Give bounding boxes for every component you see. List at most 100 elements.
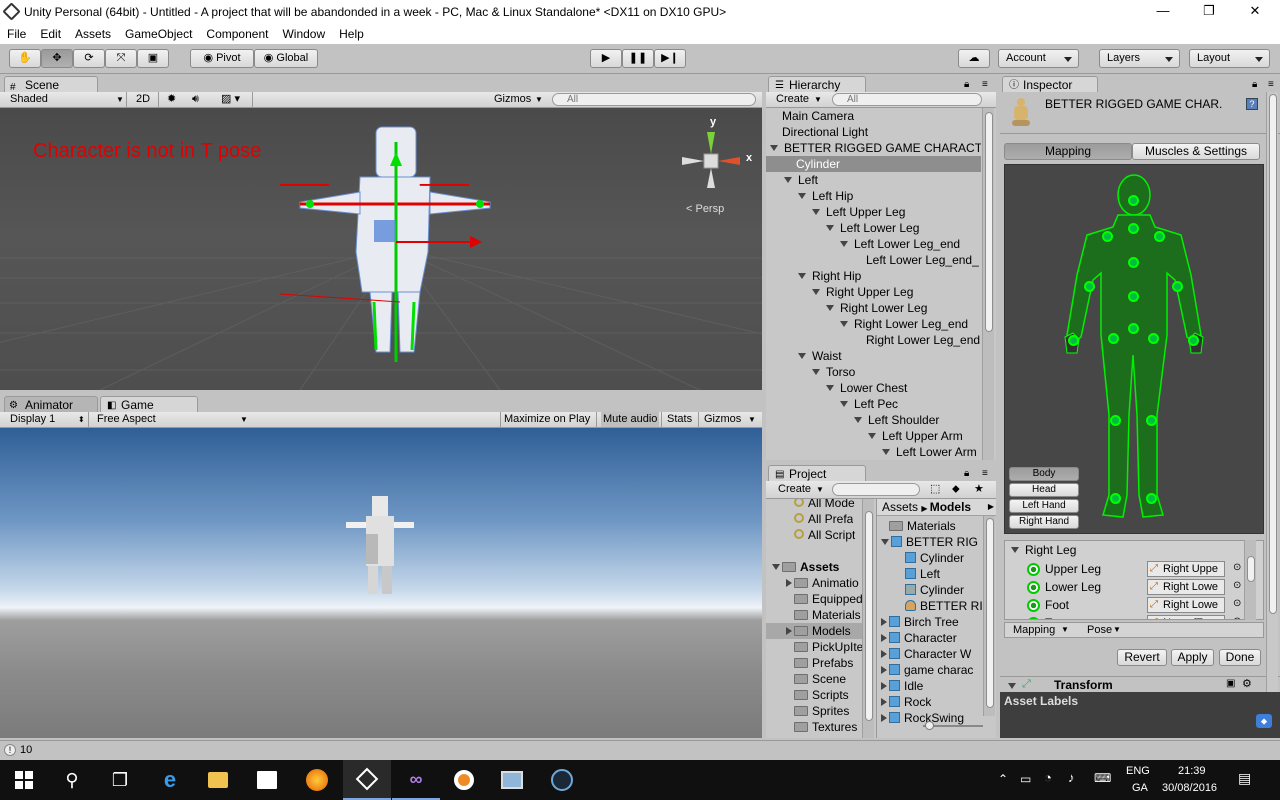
tray-keyboard-icon[interactable]: ⌨ bbox=[1094, 771, 1111, 785]
pose-dropdown[interactable]: Pose bbox=[1087, 624, 1112, 636]
asset-item[interactable]: game charac bbox=[881, 662, 973, 678]
display-dropdown[interactable]: Display 1 bbox=[10, 412, 55, 427]
favorite-star-icon[interactable]: ★ bbox=[974, 482, 984, 497]
joint-left-foot[interactable] bbox=[1110, 493, 1121, 504]
project-files-scrollbar[interactable] bbox=[983, 516, 995, 716]
global-toggle[interactable]: ◉ Global bbox=[254, 49, 318, 68]
tab-project[interactable]: ▤ Project bbox=[768, 465, 866, 482]
hierarchy-item[interactable]: Left Lower Arm bbox=[766, 444, 981, 460]
foldout-arrow-icon[interactable] bbox=[826, 385, 834, 391]
joint-right-upper-leg[interactable] bbox=[1148, 333, 1159, 344]
menu-file[interactable]: File bbox=[0, 27, 33, 41]
favorite-item[interactable]: All Prefa bbox=[794, 511, 853, 527]
revert-button[interactable]: Revert bbox=[1117, 649, 1167, 666]
hierarchy-item[interactable]: Cylinder bbox=[766, 156, 981, 172]
breadcrumb-more-icon[interactable]: ▶ bbox=[988, 499, 994, 515]
folder-tree-item[interactable]: Prefabs bbox=[766, 655, 862, 671]
foldout-arrow-icon[interactable] bbox=[798, 273, 806, 279]
asset-item[interactable]: Character bbox=[881, 630, 957, 646]
foldout-arrow-icon[interactable] bbox=[798, 193, 806, 199]
foldout-arrow-icon[interactable] bbox=[812, 209, 820, 215]
bone-target-field[interactable]: ⤢ Right Lowe bbox=[1147, 597, 1225, 613]
store-icon[interactable] bbox=[243, 760, 291, 800]
breadcrumb-models[interactable]: Models bbox=[930, 500, 971, 514]
hierarchy-item[interactable]: Left bbox=[766, 172, 981, 188]
game-gizmos-dropdown[interactable]: Gizmos bbox=[704, 412, 741, 427]
scene-viewport[interactable]: Character is not in T pose ━━━━━━━━━ ━━━… bbox=[0, 108, 762, 390]
bone-target-field[interactable]: ⤢ Right Uppe bbox=[1147, 561, 1225, 577]
asset-item[interactable]: Rock bbox=[881, 694, 931, 710]
folder-tree-item[interactable]: Assets bbox=[766, 559, 862, 575]
right-leg-group-title[interactable]: Right Leg bbox=[1011, 543, 1076, 557]
scale-tool-button[interactable]: ⤧ bbox=[105, 49, 137, 68]
rect-tool-button[interactable]: ▣ bbox=[137, 49, 169, 68]
tab-hierarchy[interactable]: ☰ Hierarchy bbox=[768, 76, 866, 93]
hierarchy-item[interactable]: Directional Light bbox=[766, 124, 981, 140]
foldout-arrow-icon[interactable] bbox=[812, 369, 820, 375]
foldout-arrow-icon[interactable] bbox=[881, 714, 887, 722]
foldout-arrow-icon[interactable] bbox=[784, 177, 792, 183]
tab-muscles-settings[interactable]: Muscles & Settings bbox=[1132, 143, 1260, 160]
folder-tree-item[interactable]: Textures bbox=[766, 719, 862, 735]
asset-item[interactable]: Left bbox=[897, 566, 940, 582]
foldout-arrow-icon[interactable] bbox=[881, 618, 887, 626]
foldout-arrow-icon[interactable] bbox=[772, 564, 780, 570]
head-button[interactable]: Head bbox=[1009, 483, 1079, 497]
inspector-scroll-thumb[interactable] bbox=[1269, 94, 1277, 614]
visual-studio-icon[interactable]: ∞ bbox=[392, 760, 440, 800]
asset-label-tag-icon[interactable]: ⬥ bbox=[1256, 714, 1272, 728]
joint-right-elbow[interactable] bbox=[1172, 281, 1183, 292]
tab-scene[interactable]: # Scene bbox=[4, 76, 98, 93]
asset-item[interactable]: Materials bbox=[881, 518, 956, 534]
pivot-toggle[interactable]: ◉ Pivot bbox=[190, 49, 254, 68]
layout-dropdown[interactable]: Layout bbox=[1189, 49, 1270, 68]
joint-left-elbow[interactable] bbox=[1084, 281, 1095, 292]
hierarchy-item[interactable]: Left Hip bbox=[766, 188, 981, 204]
console-count[interactable]: 10 bbox=[20, 744, 32, 756]
foldout-arrow-icon[interactable] bbox=[798, 353, 806, 359]
joint-right-shoulder[interactable] bbox=[1154, 231, 1165, 242]
play-button[interactable]: ▶ bbox=[590, 49, 622, 68]
foldout-arrow-icon[interactable] bbox=[840, 401, 848, 407]
bone-target-field[interactable]: ⤢ None (Tra bbox=[1147, 615, 1225, 619]
menu-component[interactable]: Component bbox=[199, 27, 275, 41]
foldout-arrow-icon[interactable] bbox=[826, 305, 834, 311]
mapping-dropdown[interactable]: Mapping bbox=[1013, 624, 1055, 636]
left-hand-button[interactable]: Left Hand bbox=[1009, 499, 1079, 513]
hierarchy-item[interactable]: Left Shoulder bbox=[766, 412, 981, 428]
hierarchy-item[interactable]: Torso bbox=[766, 364, 981, 380]
game-viewport[interactable] bbox=[0, 428, 762, 738]
transform-settings-icon[interactable]: ⚙ bbox=[1242, 677, 1252, 690]
hierarchy-item[interactable]: Left Upper Leg bbox=[766, 204, 981, 220]
foldout-arrow-icon[interactable] bbox=[840, 321, 848, 327]
asset-item[interactable]: Idle bbox=[881, 678, 923, 694]
menu-edit[interactable]: Edit bbox=[33, 27, 68, 41]
favorite-item[interactable]: All Script bbox=[794, 527, 855, 543]
clock-date[interactable]: 30/08/2016 bbox=[1162, 782, 1217, 794]
transform-help-icon[interactable]: ▣ bbox=[1226, 678, 1235, 689]
asset-item[interactable]: BETTER RIG bbox=[881, 534, 978, 550]
foldout-arrow-icon[interactable] bbox=[840, 241, 848, 247]
pause-button[interactable]: ❚❚ bbox=[622, 49, 654, 68]
search-icon[interactable]: ⚲ bbox=[48, 760, 96, 800]
hierarchy-item[interactable]: Main Camera bbox=[766, 108, 981, 124]
asset-item[interactable]: BETTER RI bbox=[897, 598, 983, 614]
shading-dropdown[interactable]: Shaded bbox=[10, 92, 48, 107]
asset-item[interactable]: Character W bbox=[881, 646, 971, 662]
foldout-arrow-icon[interactable] bbox=[826, 225, 834, 231]
asset-item[interactable]: Cylinder bbox=[897, 582, 964, 598]
minimize-button[interactable]: — bbox=[1140, 0, 1186, 24]
hierarchy-item[interactable]: Left Upper Arm bbox=[766, 428, 981, 444]
foldout-arrow-icon[interactable] bbox=[881, 698, 887, 706]
tray-language-eng[interactable]: ENG bbox=[1126, 765, 1150, 777]
start-button-icon[interactable] bbox=[0, 760, 48, 800]
close-button[interactable]: ✕ bbox=[1232, 0, 1278, 24]
foldout-arrow-icon[interactable] bbox=[881, 650, 887, 658]
notification-center-icon[interactable]: ▤ bbox=[1238, 770, 1251, 787]
favorite-item[interactable]: All Mode bbox=[794, 499, 855, 511]
hierarchy-item[interactable]: Right Upper Leg bbox=[766, 284, 981, 300]
joint-spine[interactable] bbox=[1128, 291, 1139, 302]
folder-tree-item[interactable]: Materials bbox=[766, 607, 862, 623]
hierarchy-item[interactable]: Left Pec bbox=[766, 396, 981, 412]
asset-item[interactable]: RockSwing bbox=[881, 710, 964, 726]
